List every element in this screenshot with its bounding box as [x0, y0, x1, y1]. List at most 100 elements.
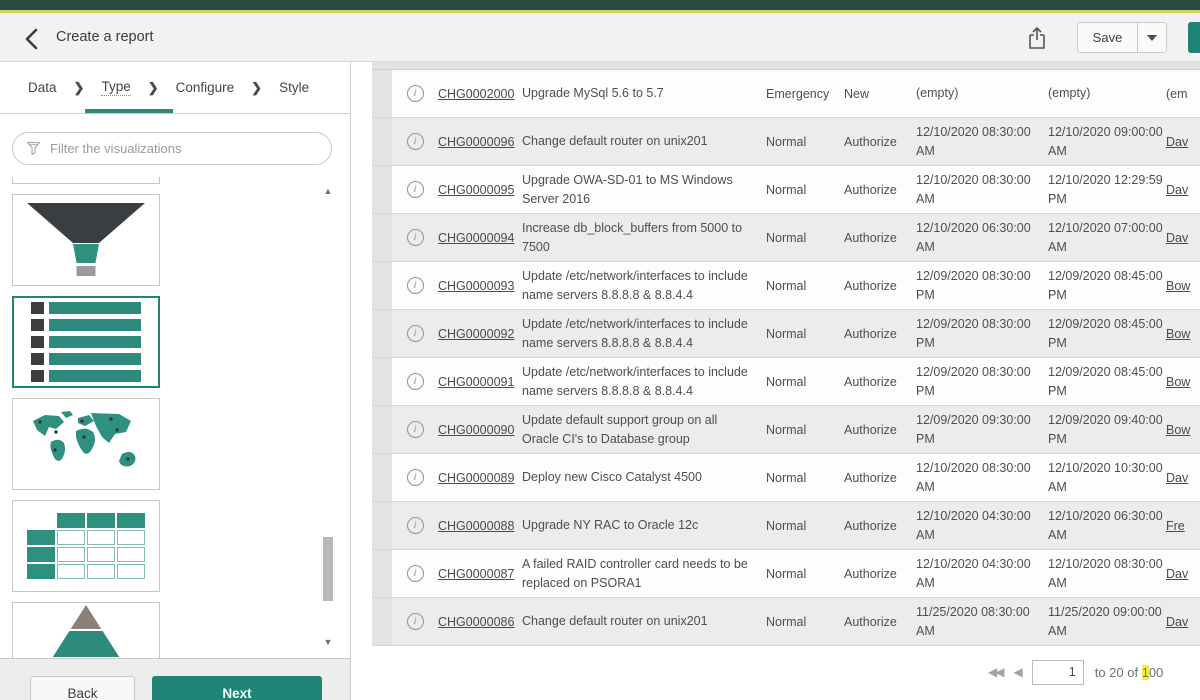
report-wizard-panel: Data ❯ Type ❯ Configure ❯ Style	[0, 62, 351, 700]
record-priority: Normal	[766, 423, 844, 437]
record-description: Deploy new Cisco Catalyst 4500	[522, 468, 766, 486]
table-row[interactable]: i CHG0000095 Upgrade OWA-SD-01 to MS Win…	[372, 166, 1200, 214]
record-state: Authorize	[844, 327, 916, 341]
row-gutter	[372, 406, 392, 453]
table-row[interactable]: i CHG0000090 Update default support grou…	[372, 406, 1200, 454]
record-number-link[interactable]: CHG0000093	[438, 279, 514, 293]
back-arrow-icon[interactable]	[20, 26, 46, 52]
visualization-scrollbar[interactable]: ▲ ▼	[321, 185, 335, 648]
record-description: Update /etc/network/interfaces to includ…	[522, 363, 766, 399]
back-button[interactable]: Back	[30, 676, 135, 700]
info-icon[interactable]: i	[407, 565, 424, 582]
tab-style[interactable]: Style	[279, 80, 309, 95]
page-number-input[interactable]	[1032, 660, 1084, 685]
record-number-link[interactable]: CHG0000092	[438, 327, 514, 341]
info-icon[interactable]: i	[407, 373, 424, 390]
table-top-sliver	[372, 62, 1200, 70]
run-button-partial[interactable]	[1188, 22, 1200, 53]
row-gutter	[372, 454, 392, 501]
thumbnail-list-selected[interactable]	[12, 296, 160, 388]
record-assignee-link[interactable]: Dav	[1166, 231, 1188, 245]
record-assignee-link[interactable]: Bow	[1166, 375, 1190, 389]
info-icon[interactable]: i	[407, 613, 424, 630]
table-row[interactable]: i CHG0000089 Deploy new Cisco Catalyst 4…	[372, 454, 1200, 502]
record-description: Update default support group on all Orac…	[522, 411, 766, 447]
thumbnail-pyramid[interactable]	[12, 602, 160, 658]
table-row[interactable]: i CHG0000088 Upgrade NY RAC to Oracle 12…	[372, 502, 1200, 550]
info-icon[interactable]: i	[407, 421, 424, 438]
thumbnail-partial[interactable]	[12, 177, 160, 184]
thumbnail-funnel-chart[interactable]	[12, 194, 160, 286]
record-state: Authorize	[844, 567, 916, 581]
chevron-right-icon: ❯	[148, 80, 159, 96]
record-assignee-link[interactable]: Dav	[1166, 567, 1188, 581]
record-number-link[interactable]: CHG0000089	[438, 471, 514, 485]
table-row[interactable]: i CHG0000091 Update /etc/network/interfa…	[372, 358, 1200, 406]
info-icon[interactable]: i	[407, 85, 424, 102]
info-icon[interactable]: i	[407, 325, 424, 342]
record-number-link[interactable]: CHG0000091	[438, 375, 514, 389]
record-start-date: 12/10/2020 08:30:00 AM	[916, 459, 1048, 495]
pyramid-icon	[31, 605, 141, 658]
table-row[interactable]: i CHG0000086 Change default router on un…	[372, 598, 1200, 646]
scrollbar-thumb[interactable]	[323, 537, 333, 601]
chevron-right-icon: ❯	[74, 80, 85, 96]
previous-page-icon[interactable]: ◀	[1013, 665, 1020, 679]
save-menu-button[interactable]	[1137, 23, 1166, 52]
row-gutter	[372, 214, 392, 261]
info-icon[interactable]: i	[407, 469, 424, 486]
record-assignee-link[interactable]: Bow	[1166, 279, 1190, 293]
record-end-date: (empty)	[1048, 84, 1166, 102]
record-number-link[interactable]: CHG0000090	[438, 423, 514, 437]
info-icon[interactable]: i	[407, 517, 424, 534]
record-number-link[interactable]: CHG0000096	[438, 135, 514, 149]
tab-configure[interactable]: Configure	[176, 80, 235, 95]
record-number-link[interactable]: CHG0000095	[438, 183, 514, 197]
record-assignee-link[interactable]: Bow	[1166, 327, 1190, 341]
next-button[interactable]: Next	[152, 676, 322, 700]
funnel-chart-icon	[27, 203, 145, 277]
record-assignee-link[interactable]: Dav	[1166, 615, 1188, 629]
record-assignee-link[interactable]: Fre	[1166, 519, 1185, 533]
filter-input[interactable]	[50, 141, 331, 156]
row-gutter	[372, 598, 392, 645]
record-description: Increase db_block_buffers from 5000 to 7…	[522, 219, 766, 255]
pagination: ◀◀ ◀ to 20 of 100	[988, 657, 1163, 687]
record-state: Authorize	[844, 375, 916, 389]
record-number-link[interactable]: CHG0000087	[438, 567, 514, 581]
record-start-date: 12/10/2020 04:30:00 AM	[916, 555, 1048, 591]
info-icon[interactable]: i	[407, 229, 424, 246]
info-icon[interactable]: i	[407, 133, 424, 150]
table-row[interactable]: i CHG0000092 Update /etc/network/interfa…	[372, 310, 1200, 358]
record-number-link[interactable]: CHG0002000	[438, 87, 514, 101]
record-number-link[interactable]: CHG0000088	[438, 519, 514, 533]
record-assignee-link[interactable]: Dav	[1166, 183, 1188, 197]
record-start-date: 12/09/2020 09:30:00 PM	[916, 411, 1048, 447]
info-icon[interactable]: i	[407, 277, 424, 294]
share-icon[interactable]	[1026, 25, 1050, 51]
table-row[interactable]: i CHG0002000 Upgrade MySql 5.6 to 5.7 Em…	[372, 70, 1200, 118]
table-row[interactable]: i CHG0000096 Change default router on un…	[372, 118, 1200, 166]
record-assignee-link[interactable]: Dav	[1166, 135, 1188, 149]
save-button[interactable]: Save	[1078, 23, 1137, 52]
record-number-link[interactable]: CHG0000086	[438, 615, 514, 629]
record-assignee-link[interactable]: Dav	[1166, 471, 1188, 485]
record-start-date: 12/09/2020 08:30:00 PM	[916, 315, 1048, 351]
record-assignee-link[interactable]: Bow	[1166, 423, 1190, 437]
table-row[interactable]: i CHG0000094 Increase db_block_buffers f…	[372, 214, 1200, 262]
record-priority: Normal	[766, 231, 844, 245]
table-row[interactable]: i CHG0000093 Update /etc/network/interfa…	[372, 262, 1200, 310]
scroll-up-icon[interactable]: ▲	[321, 185, 335, 197]
thumbnail-world-map[interactable]	[12, 398, 160, 490]
table-row[interactable]: i CHG0000087 A failed RAID controller ca…	[372, 550, 1200, 598]
record-description: Update /etc/network/interfaces to includ…	[522, 315, 766, 351]
tab-type[interactable]: Type	[101, 79, 130, 96]
visualization-list: ▲ ▼	[0, 177, 350, 658]
table-body: i CHG0002000 Upgrade MySql 5.6 to 5.7 Em…	[372, 70, 1200, 646]
scroll-down-icon[interactable]: ▼	[321, 636, 335, 648]
info-icon[interactable]: i	[407, 181, 424, 198]
thumbnail-pivot-table[interactable]	[12, 500, 160, 592]
first-page-icon[interactable]: ◀◀	[988, 665, 1002, 679]
record-number-link[interactable]: CHG0000094	[438, 231, 514, 245]
tab-data[interactable]: Data	[28, 80, 57, 95]
